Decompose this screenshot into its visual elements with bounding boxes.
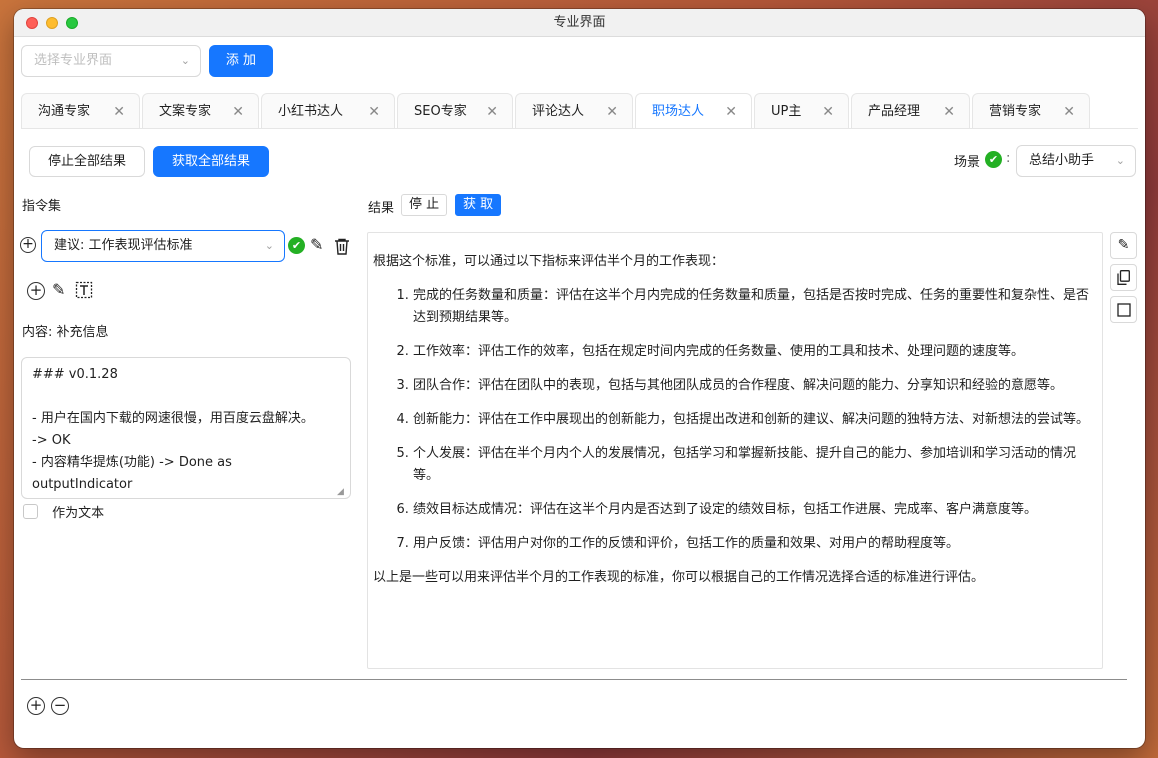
result-intro: 根据这个标准，可以通过以下指标来评估半个月的工作表现： [373, 254, 725, 269]
chevron-down-icon: ⌄ [180, 54, 190, 67]
title-bar: 专业界面 [14, 9, 1145, 37]
square-icon [1116, 303, 1131, 317]
result-list: 完成的任务数量和质量：评估在这半个月内完成的任务数量和质量，包括是否按时完成、任… [373, 285, 1096, 555]
scene-colon: : [1006, 151, 1011, 166]
chevron-down-icon: ⌄ [1115, 154, 1125, 167]
content-textarea[interactable]: ### v0.1.28 - 用户在国内下载的网速很慢，用百度云盘解决。 -> O… [21, 357, 351, 499]
copy-icon [1117, 270, 1130, 285]
list-item: 绩效目标达成情况：评估在这半个月内是否达到了设定的绩效目标，包括工作进展、完成率… [413, 499, 1096, 521]
text-box-icon[interactable] [75, 281, 93, 303]
tab-workplace-expert[interactable]: 职场达人 ✕ [635, 93, 752, 129]
scene-select-value: 总结小助手 [1029, 153, 1095, 168]
edit-icon[interactable]: ✎ [52, 281, 65, 299]
close-icon[interactable]: ✕ [113, 95, 125, 129]
scene-label: 场景 [954, 155, 981, 170]
add-circle-icon[interactable]: + [20, 237, 36, 253]
edit-icon: ✎ [1117, 237, 1130, 253]
app-window: 专业界面 选择专业界面 ⌄ 添 加 沟通专家 ✕ 文案专家 ✕ 小红书达人 ✕ SEO… [14, 9, 1145, 748]
copy-result-button[interactable] [1110, 264, 1137, 291]
tab-copywriting-expert[interactable]: 文案专家 ✕ [142, 93, 259, 129]
tab-label: SEO专家 [414, 103, 467, 119]
tab-label: UP主 [771, 103, 802, 119]
stop-button[interactable]: 停 止 [401, 194, 448, 216]
tab-label: 营销专家 [989, 103, 1042, 119]
tab-xiaohongshu-expert[interactable]: 小红书达人 ✕ [261, 93, 395, 129]
close-window-button[interactable] [26, 17, 38, 29]
profession-select-placeholder: 选择专业界面 [34, 53, 113, 68]
scene-select[interactable]: 总结小助手 ⌄ [1016, 145, 1136, 177]
fetch-all-button[interactable]: 获取全部结果 [153, 146, 269, 177]
result-label: 结果 [368, 201, 395, 216]
tab-label: 沟通专家 [38, 103, 91, 119]
chevron-down-icon: ⌄ [264, 239, 274, 252]
edit-result-button[interactable]: ✎ [1110, 232, 1137, 259]
list-item: 创新能力：评估在工作中展现出的创新能力，包括提出改进和创新的建议、解决问题的独特… [413, 409, 1096, 431]
check-circle-icon: ✔ [985, 151, 1002, 168]
result-content: 根据这个标准，可以通过以下指标来评估半个月的工作表现： 完成的任务数量和质量：评… [367, 232, 1103, 669]
tab-product-manager[interactable]: 产品经理 ✕ [851, 93, 970, 129]
add-circle-icon[interactable]: + [27, 697, 45, 715]
as-text-checkbox[interactable] [23, 504, 38, 519]
close-icon[interactable]: ✕ [606, 95, 618, 129]
edit-icon[interactable]: ✎ [310, 236, 323, 254]
tab-review-expert[interactable]: 评论达人 ✕ [515, 93, 633, 129]
remove-circle-icon[interactable]: − [51, 697, 69, 715]
zoom-window-button[interactable] [66, 17, 78, 29]
as-text-label: 作为文本 [52, 506, 105, 521]
close-icon[interactable]: ✕ [232, 95, 244, 129]
content-label: 内容: 补充信息 [22, 325, 109, 340]
close-icon[interactable]: ✕ [943, 95, 955, 129]
scene-status-icon: ✔ [985, 151, 1002, 168]
close-icon[interactable]: ✕ [486, 95, 498, 129]
close-icon[interactable]: ✕ [1063, 95, 1075, 129]
expand-result-button[interactable] [1110, 296, 1137, 323]
as-text-checkbox-row[interactable]: 作为文本 [23, 502, 104, 521]
tab-bar: 沟通专家 ✕ 文案专家 ✕ 小红书达人 ✕ SEO专家 ✕ 评论达人 ✕ 职场达人 ✕ UP… [21, 93, 1092, 129]
window-title: 专业界面 [553, 15, 606, 30]
list-item: 工作效率：评估工作的效率，包括在规定时间内完成的任务数量、使用的工具和技术、处理… [413, 341, 1096, 363]
trash-icon[interactable] [334, 238, 350, 259]
close-icon[interactable]: ✕ [368, 95, 380, 129]
traffic-lights [26, 17, 78, 29]
bottom-divider [21, 679, 1127, 680]
command-valid-icon: ✔ [288, 237, 305, 254]
close-icon[interactable]: ✕ [822, 95, 834, 129]
tab-label: 产品经理 [868, 103, 921, 119]
tab-marketing-expert[interactable]: 营销专家 ✕ [972, 93, 1090, 129]
command-select[interactable]: 建议: 工作表现评估标准 ⌄ [41, 230, 285, 262]
tab-seo-expert[interactable]: SEO专家 ✕ [397, 93, 513, 129]
list-item: 个人发展：评估在半个月内个人的发展情况，包括学习和掌握新技能、提升自己的能力、参… [413, 443, 1096, 487]
tab-label: 职场达人 [652, 103, 705, 119]
tab-label: 小红书达人 [278, 103, 344, 119]
tab-up-owner[interactable]: UP主 ✕ [754, 93, 849, 129]
check-circle-icon: ✔ [288, 237, 305, 254]
tab-divider [21, 128, 1138, 129]
add-circle-icon[interactable]: + [27, 282, 45, 300]
tab-label: 文案专家 [159, 103, 212, 119]
minimize-window-button[interactable] [46, 17, 58, 29]
result-outro: 以上是一些可以用来评估半个月的工作表现的标准，你可以根据自己的工作情况选择合适的… [373, 570, 985, 585]
add-button[interactable]: 添 加 [209, 45, 273, 77]
stop-all-button[interactable]: 停止全部结果 [29, 146, 145, 177]
list-item: 完成的任务数量和质量：评估在这半个月内完成的任务数量和质量，包括是否按时完成、任… [413, 285, 1096, 329]
list-item: 团队合作：评估在团队中的表现，包括与其他团队成员的合作程度、解决问题的能力、分享… [413, 375, 1096, 397]
commands-label: 指令集 [22, 199, 62, 214]
command-select-value: 建议: 工作表现评估标准 [54, 238, 193, 253]
list-item: 用户反馈：评估用户对你的工作的反馈和评价，包括工作的质量和效果、对用户的帮助程度… [413, 533, 1096, 555]
profession-select[interactable]: 选择专业界面 ⌄ [21, 45, 201, 77]
fetch-button[interactable]: 获 取 [455, 194, 502, 216]
tab-label: 评论达人 [532, 103, 585, 119]
tab-communication-expert[interactable]: 沟通专家 ✕ [21, 93, 140, 129]
close-icon[interactable]: ✕ [725, 95, 737, 129]
resize-handle-icon[interactable]: ◢ [337, 487, 344, 497]
